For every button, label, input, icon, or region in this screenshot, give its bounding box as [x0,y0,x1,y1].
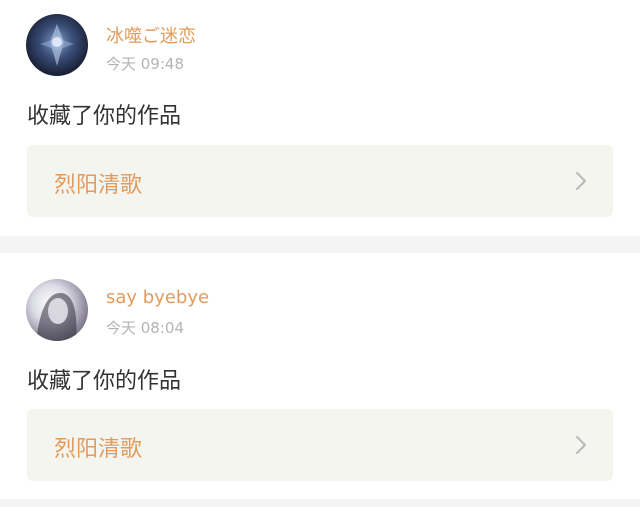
work-link[interactable]: 烈阳清歌 [27,145,613,217]
work-title: 烈阳清歌 [54,173,143,198]
notification-card: say byebye 今天 08:04 收藏了你的作品 烈阳清歌 [0,253,640,499]
avatar[interactable] [26,279,88,341]
work-title: 烈阳清歌 [54,437,143,462]
username[interactable]: 冰噬ご迷恋 [106,22,196,48]
chevron-right-icon [575,435,587,455]
notification-feed: 冰噬ご迷恋 今天 09:48 收藏了你的作品 烈阳清歌 say byebye 今… [0,0,640,507]
avatar[interactable] [26,14,88,76]
notification-card: 冰噬ご迷恋 今天 09:48 收藏了你的作品 烈阳清歌 [0,0,640,236]
timestamp: 今天 08:04 [106,319,184,337]
action-text: 收藏了你的作品 [27,104,182,129]
chevron-right-icon [575,171,587,191]
action-text: 收藏了你的作品 [27,369,182,394]
username[interactable]: say byebye [106,287,209,308]
timestamp: 今天 09:48 [106,55,184,73]
work-link[interactable]: 烈阳清歌 [27,409,613,481]
